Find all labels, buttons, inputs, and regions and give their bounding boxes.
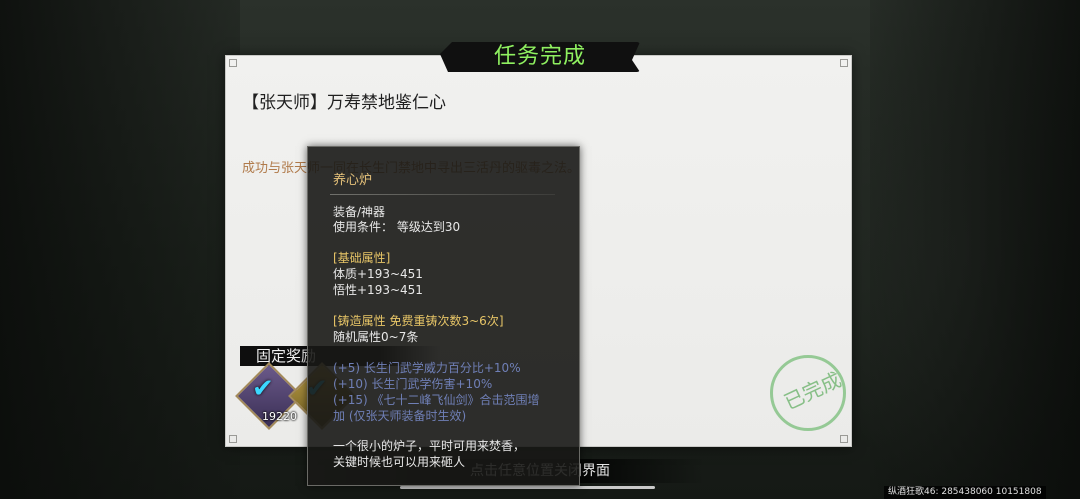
tooltip-divider [330, 194, 555, 195]
checkmark-icon: ✔ [252, 374, 274, 404]
tooltip-bonus-line: (+5) 长生门武学威力百分比+10% [333, 361, 521, 375]
panel-corner [229, 59, 237, 67]
quest-name: 【张天师】万寿禁地鉴仁心 [242, 93, 446, 113]
panel-corner [840, 59, 848, 67]
tooltip-base-attr: 悟性+193~451 [333, 283, 423, 297]
tooltip-item-name: 养心炉 [333, 173, 373, 188]
panel-corner [840, 435, 848, 443]
tooltip-forge-desc: 随机属性0~7条 [333, 330, 419, 344]
tooltip-flavor: 关键时候也可以用来砸人 [333, 455, 466, 469]
tooltip-bonus-line: (+10) 长生门武学伤害+10% [333, 377, 493, 391]
player-info-footer: 纵酒狂歌46: 285438060 10151808 [884, 486, 1046, 499]
right-tree-shadow [870, 0, 1080, 499]
tooltip-bonus-line: 加 (仅张天师装备时生效) [333, 409, 467, 423]
page-title: 任务完成 [493, 44, 586, 69]
reward-item-count: 19220 [262, 410, 297, 423]
panel-corner [229, 435, 237, 443]
tooltip-bonus-line: (+15) 《七十二峰飞仙剑》合击范围增 [333, 393, 540, 407]
tooltip-base-header: [基础属性] [333, 251, 391, 265]
tooltip-base-attr: 体质+193~451 [333, 267, 423, 281]
tooltip-forge-header: [铸造属性 免费重铸次数3~6次] [333, 314, 504, 328]
left-tree-shadow [0, 0, 240, 499]
scroll-indicator [400, 486, 655, 489]
tooltip-flavor: 一个很小的炉子，平时可用来焚香， [333, 439, 526, 453]
tooltip-requirement: 使用条件： 等级达到30 [333, 220, 461, 234]
item-tooltip: 养心炉 装备/神器 使用条件： 等级达到30 [基础属性] 体质+193~451… [307, 146, 580, 486]
